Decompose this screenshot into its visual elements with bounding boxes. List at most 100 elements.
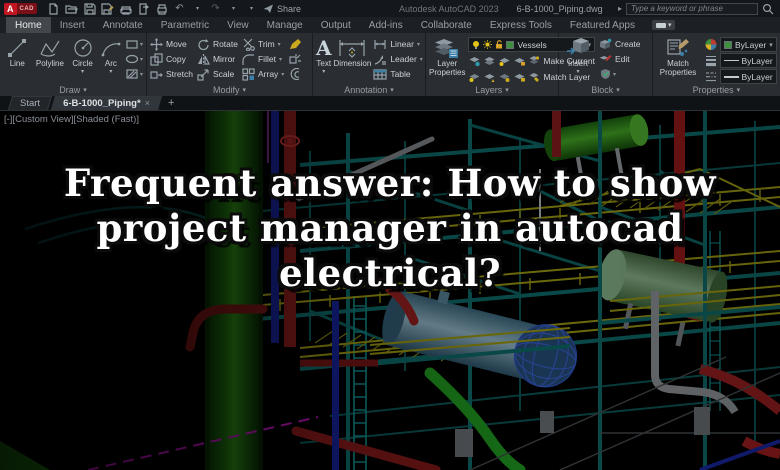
panel-layers: Layer Properties Vessels ▾ Make Current … xyxy=(426,33,595,96)
panel-label-properties[interactable]: Properties ▾ xyxy=(653,84,780,96)
rectangle-tool-button[interactable]: ▾ xyxy=(125,37,143,51)
viewport-controls[interactable]: [-][Custom View][Shaded (Fast)] xyxy=(4,114,139,125)
copy-button[interactable]: Copy xyxy=(150,52,193,66)
close-tab-icon[interactable]: × xyxy=(145,98,150,108)
autocad-app-menu[interactable]: A CAD xyxy=(4,2,37,15)
ellipse-tool-button[interactable]: ▾ xyxy=(125,52,143,66)
layer-unisolate-icon[interactable] xyxy=(483,55,496,67)
arc-icon xyxy=(100,37,122,59)
tab-express-tools[interactable]: Express Tools xyxy=(481,17,561,33)
panel-label-modify[interactable]: Modify ▾ xyxy=(147,83,312,96)
tab-parametric[interactable]: Parametric xyxy=(152,17,218,33)
file-tab-start[interactable]: Start xyxy=(7,96,53,110)
layer-isolate-icon[interactable] xyxy=(468,55,481,67)
app-title: Autodesk AutoCAD 2023 xyxy=(399,3,499,14)
arc-tool-button[interactable]: Arc ▾ xyxy=(99,35,123,83)
panel-block: Insert ▾ Create Edit ▾ Block ▾ xyxy=(559,33,653,96)
open-folder-icon[interactable] xyxy=(65,2,78,15)
match-properties-button[interactable]: Match Properties xyxy=(656,35,700,84)
redo-dropdown-icon[interactable]: ▾ xyxy=(227,2,240,15)
insert-block-button[interactable]: Insert ▾ xyxy=(562,35,594,83)
tab-add-ins[interactable]: Add-ins xyxy=(360,17,412,33)
dimension-tool-button[interactable]: Dimension xyxy=(334,35,371,83)
layer-on-all-icon[interactable] xyxy=(483,71,496,83)
match-layer-icon xyxy=(529,73,540,82)
tab-view[interactable]: View xyxy=(218,17,258,33)
autocad-logo-icon: A xyxy=(4,2,17,15)
trim-button[interactable]: Trim ▾ xyxy=(242,37,284,51)
tab-output[interactable]: Output xyxy=(312,17,360,33)
export-icon[interactable] xyxy=(137,2,150,15)
undo-dropdown-icon[interactable]: ▾ xyxy=(191,2,204,15)
mirror-button[interactable]: Mirror xyxy=(197,52,238,66)
copy-icon xyxy=(150,52,163,66)
scale-button[interactable]: Scale xyxy=(197,67,238,81)
drawing-canvas[interactable]: [-][Custom View][Shaded (Fast)] Frequent… xyxy=(0,111,780,470)
tab-featured-apps[interactable]: Featured Apps xyxy=(561,17,644,33)
tab-annotate[interactable]: Annotate xyxy=(94,17,152,33)
share-button[interactable]: Share xyxy=(263,4,301,14)
panel-properties: Match Properties ByLayer ▾ ByLayer ByLaye… xyxy=(653,33,780,96)
save-as-icon[interactable] xyxy=(101,2,114,15)
make-current-icon xyxy=(529,56,540,64)
polyline-tool-button[interactable]: Polyline xyxy=(34,35,67,83)
line-tool-button[interactable]: Line xyxy=(3,35,32,83)
tab-insert[interactable]: Insert xyxy=(51,17,94,33)
explode-button[interactable] xyxy=(288,52,302,66)
search-input[interactable] xyxy=(626,2,758,15)
circle-tool-button[interactable]: Circle ▾ xyxy=(68,35,97,83)
layer-lock-icon[interactable] xyxy=(513,55,526,67)
move-button[interactable]: Move xyxy=(150,37,193,51)
edit-block-button[interactable]: Edit xyxy=(599,52,641,66)
tab-collaborate[interactable]: Collaborate xyxy=(412,17,481,33)
erase-button[interactable] xyxy=(288,37,302,51)
text-tool-button[interactable]: A Text ▾ xyxy=(316,35,332,83)
create-block-button[interactable]: Create xyxy=(599,37,641,51)
qat-customize-icon[interactable]: ▾ xyxy=(245,2,258,15)
new-file-icon[interactable] xyxy=(47,2,60,15)
layer-unlock-all-icon[interactable] xyxy=(513,71,526,83)
polyline-icon xyxy=(38,37,62,59)
tab-home[interactable]: Home xyxy=(6,17,51,33)
block-attributes-button[interactable]: ▾ xyxy=(599,67,641,81)
match-properties-icon xyxy=(665,37,691,59)
autocad-window: A CAD ↶ ▾ ↷ ▾ ▾ Share Autodesk AutoCAD 2… xyxy=(0,0,780,470)
panel-label-layers[interactable]: Layers ▾ xyxy=(426,84,558,96)
layer-properties-button[interactable]: Layer Properties xyxy=(429,35,465,84)
tab-manage[interactable]: Manage xyxy=(258,17,312,33)
plot-icon[interactable] xyxy=(119,2,132,15)
linetype-dropdown[interactable]: ByLayer xyxy=(720,69,777,84)
hatch-tool-button[interactable]: ▾ xyxy=(125,67,143,81)
paper-plane-icon xyxy=(263,4,273,13)
object-color-dropdown[interactable]: ByLayer ▾ xyxy=(720,37,777,52)
erase-icon xyxy=(290,39,302,49)
table-button[interactable]: Table xyxy=(373,67,422,81)
ribbon-display-toggle[interactable]: ▾ xyxy=(651,20,676,30)
layer-freeze-icon[interactable] xyxy=(498,55,511,67)
stretch-button[interactable]: Stretch xyxy=(150,67,193,81)
text-icon: A xyxy=(316,36,332,60)
panel-label-draw[interactable]: Draw ▾ xyxy=(0,83,146,96)
panel-label-annotation[interactable]: Annotation ▾ xyxy=(313,83,425,96)
search-icon[interactable] xyxy=(762,3,774,15)
fillet-button[interactable]: Fillet ▾ xyxy=(242,52,284,66)
undo-icon[interactable]: ↶ xyxy=(173,2,186,15)
search-expand-icon[interactable]: ▸ xyxy=(618,4,622,13)
layer-off-icon[interactable] xyxy=(468,71,481,83)
panel-label-block[interactable]: Block ▾ xyxy=(559,83,652,96)
save-icon[interactable] xyxy=(83,2,96,15)
array-button[interactable]: Array ▾ xyxy=(242,67,284,81)
new-drawing-tab-button[interactable]: + xyxy=(163,97,179,109)
linear-button[interactable]: Linear ▾ xyxy=(373,37,422,51)
lineweight-dropdown[interactable]: ByLayer xyxy=(720,53,777,68)
rotate-button[interactable]: Rotate xyxy=(197,37,238,51)
file-tab-piping[interactable]: 6-B-1000_Piping* × xyxy=(51,96,162,110)
layer-thaw-all-icon[interactable] xyxy=(498,71,511,83)
leader-button[interactable]: Leader ▾ xyxy=(373,52,423,66)
ribbon: Line Polyline Circle ▾ Arc ▾ ▾ ▾ ▾ Draw … xyxy=(0,33,780,96)
print-icon[interactable] xyxy=(155,2,168,15)
offset-button[interactable] xyxy=(288,67,302,81)
trim-icon xyxy=(243,38,255,51)
linetype-icon xyxy=(706,72,716,82)
redo-icon[interactable]: ↷ xyxy=(209,2,222,15)
